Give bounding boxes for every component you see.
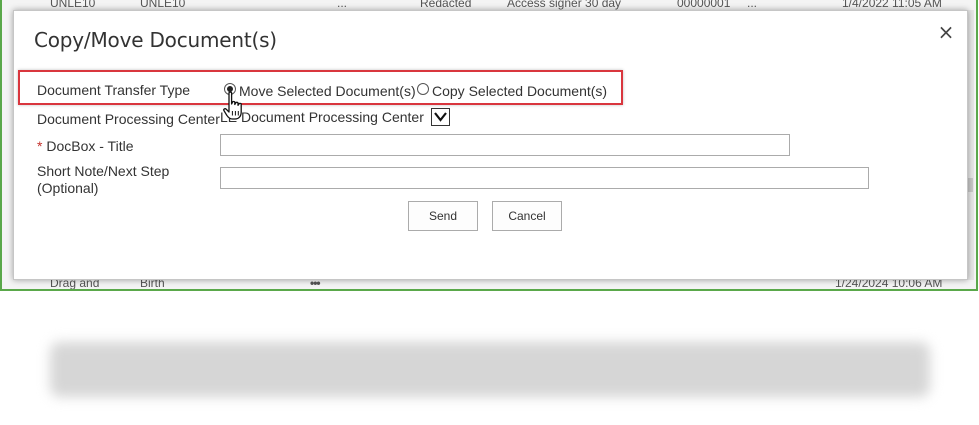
dialog-title: Copy/Move Document(s) — [34, 28, 277, 52]
move-radio-label[interactable]: Move Selected Document(s) — [239, 83, 416, 99]
bg-cell: 00000001 — [677, 0, 731, 10]
copy-move-dialog: Copy/Move Document(s) × Document Transfe… — [13, 10, 968, 280]
copy-radio-label[interactable]: Copy Selected Document(s) — [432, 83, 607, 99]
short-note-label-line2: (Optional) — [37, 180, 99, 196]
cancel-button[interactable]: Cancel — [492, 201, 562, 231]
chevron-down-icon[interactable] — [431, 108, 450, 126]
short-note-label-line1: Short Note/Next Step — [37, 163, 170, 179]
copy-radio[interactable] — [417, 83, 429, 95]
close-icon[interactable]: × — [937, 22, 955, 42]
short-note-label: Short Note/Next Step (Optional) — [37, 163, 169, 197]
bg-cell: UNLE10 — [140, 0, 186, 10]
hand-pointer-cursor-icon — [223, 91, 242, 120]
bg-cell: UNLE10 — [50, 0, 96, 10]
send-button[interactable]: Send — [408, 201, 478, 231]
bg-cell: 1/4/2022 11:05 AM — [842, 0, 942, 10]
bg-cell: ... — [337, 0, 348, 10]
short-note-input[interactable] — [220, 167, 869, 189]
transfer-type-label: Document Transfer Type — [37, 82, 191, 98]
docbox-title-label: * DocBox - Title — [37, 138, 133, 155]
background-row-top: UNLE10 UNLE10 ... Redacted Access signer… — [2, 0, 976, 10]
blurred-region — [50, 342, 930, 397]
bg-cell: ... — [747, 0, 758, 10]
processing-center-label: Document Processing Center — [37, 111, 220, 127]
processing-center-value[interactable]: LE Document Processing Center — [220, 109, 424, 125]
docbox-title-label-text: DocBox - Title — [46, 138, 134, 154]
required-marker: * — [37, 138, 43, 154]
bg-cell: Access signer 30 day — [507, 0, 622, 10]
docbox-title-input[interactable] — [220, 134, 790, 156]
bg-cell: Redacted — [420, 0, 472, 10]
processing-center-select[interactable]: LE Document Processing Center — [220, 108, 452, 128]
